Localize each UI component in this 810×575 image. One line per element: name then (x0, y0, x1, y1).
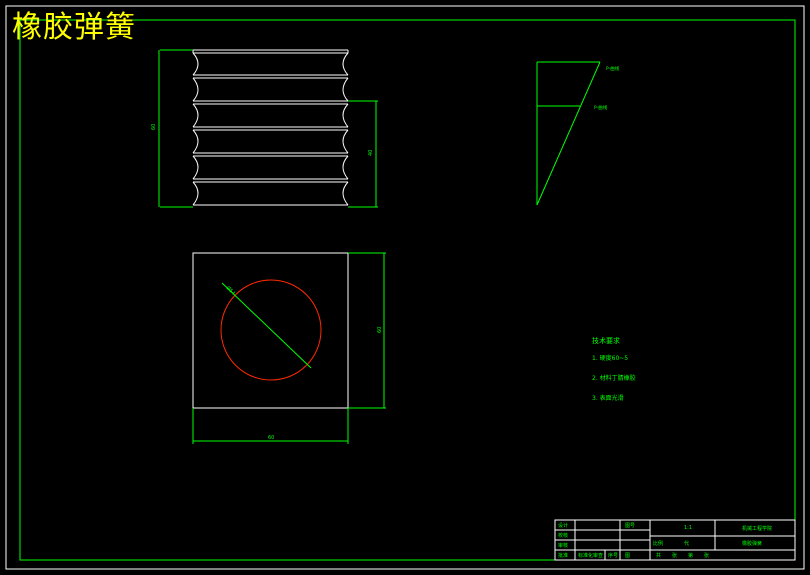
tech-req-heading: 技术要求 (592, 337, 620, 345)
tb-checker: 校核 (558, 533, 569, 539)
tb-approver: 批准 (558, 553, 569, 559)
drawing-title: 橡胶弹簧 (12, 10, 136, 45)
dim-width-label: 60 (268, 435, 274, 441)
dim-side-label: 60 (377, 327, 383, 333)
tb-drawing-no: 图号 (625, 523, 636, 529)
drawing-svg: 60 40 P-曲线 P-曲线 Ø54 60 60 (5, 5, 805, 570)
load-diagram (536, 61, 601, 206)
top-view-dimensions (192, 252, 386, 444)
tb-date-4: 张 (704, 553, 710, 559)
load-label-top: P-曲线 (606, 65, 620, 72)
tb-scale: 1:1 (684, 525, 693, 531)
tb-part-name: 橡胶弹簧 (742, 541, 763, 547)
tb-standard: 标准化审查 (578, 553, 604, 559)
top-view-square (192, 252, 349, 409)
inner-border (19, 19, 796, 561)
tech-req-item: 2. 材料丁腈橡胶 (592, 375, 636, 382)
dim-partial-label: 40 (368, 150, 374, 156)
side-view-dimensions (158, 49, 378, 208)
tb-seal: 图 (625, 553, 631, 559)
tech-req-item: 1. 硬度60~5 (592, 355, 629, 362)
tb-date-2: 张 (672, 553, 678, 559)
load-label-mid: P-曲线 (594, 104, 608, 111)
tb-date-3: 第 (688, 553, 694, 559)
tb-sheet-label: 比例 (653, 541, 664, 547)
tb-institution: 机械工程学院 (742, 526, 773, 532)
cad-drawing-canvas[interactable]: 60 40 P-曲线 P-曲线 Ø54 60 60 橡胶弹簧 技术要求 1. 硬… (0, 0, 810, 575)
side-view (192, 49, 349, 206)
tb-designer: 设计 (558, 523, 569, 529)
diameter-leader (221, 282, 312, 369)
outer-frame (5, 5, 805, 570)
tb-code: 代 (684, 541, 690, 547)
dim-height-label: 60 (151, 124, 157, 130)
tb-reviewer: 审核 (558, 543, 569, 549)
tb-date-1: 共 (656, 553, 662, 559)
tb-seq: 序号 (608, 553, 619, 559)
tech-req-item: 3. 表面光滑 (592, 395, 624, 402)
